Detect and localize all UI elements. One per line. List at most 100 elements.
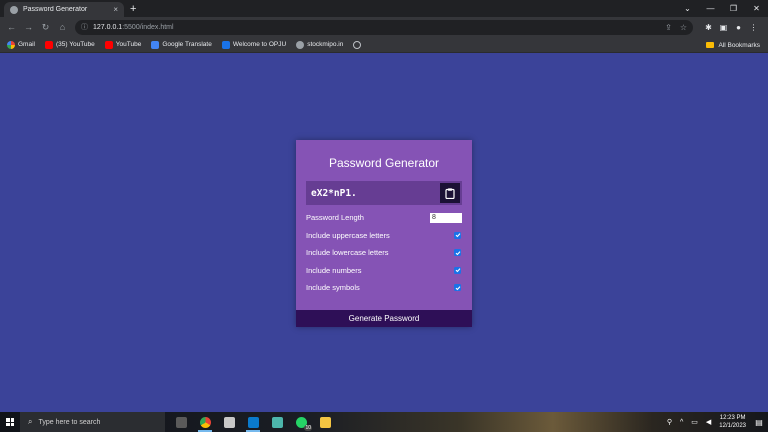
bookmarks-bar: Gmail (35) YouTube YouTube Google Transl… xyxy=(0,37,768,53)
reload-icon[interactable]: ↻ xyxy=(37,22,54,33)
google-translate-icon xyxy=(151,40,160,49)
bookmark-google-translate[interactable]: Google Translate xyxy=(151,40,212,49)
youtube-icon xyxy=(104,40,113,49)
setting-numbers: Include numbers xyxy=(306,262,462,280)
folder-icon xyxy=(706,42,715,48)
task-view-button[interactable] xyxy=(169,412,193,432)
taskbar-vscode[interactable] xyxy=(241,412,265,432)
numbers-label: Include numbers xyxy=(306,265,362,275)
globe-icon xyxy=(353,40,362,49)
bookmark-star-icon[interactable]: ☆ xyxy=(680,23,687,32)
notification-icon[interactable]: ▤ xyxy=(754,418,764,427)
taskbar-app-4[interactable] xyxy=(265,412,289,432)
taskbar-explorer[interactable] xyxy=(313,412,337,432)
tab-close-icon[interactable]: × xyxy=(113,5,118,14)
opju-icon xyxy=(221,40,230,49)
tab-title: Password Generator xyxy=(23,6,88,13)
browser-toolbar: ← → ↻ ⌂ ⓘ 127.0.0.1:5500/index.html ⇪ ☆ … xyxy=(0,17,768,37)
restore-icon[interactable]: ❐ xyxy=(722,4,745,13)
lowercase-label: Include lowercase letters xyxy=(306,248,389,258)
share-icon[interactable]: ⇪ xyxy=(665,23,672,32)
forward-icon[interactable]: → xyxy=(20,22,37,32)
tab-search-icon[interactable]: ⌄ xyxy=(676,4,699,13)
password-generator-card: Password Generator eX2*nP1. Password Len… xyxy=(296,140,472,327)
setting-symbols: Include symbols xyxy=(306,279,462,297)
clock-date: 12/1/2023 xyxy=(719,423,746,429)
uppercase-checkbox[interactable] xyxy=(454,231,461,239)
person-icon[interactable]: ⚲ xyxy=(667,418,672,426)
network-icon[interactable]: ▭ xyxy=(691,418,698,426)
chevron-up-icon[interactable]: ^ xyxy=(680,419,683,426)
password-result-box: eX2*nP1. xyxy=(306,181,462,205)
volume-icon[interactable]: ◀ xyxy=(706,418,711,426)
taskbar-clock[interactable]: 12:23 PM 12/1/2023 xyxy=(719,414,746,430)
profile-icon[interactable]: ● xyxy=(731,23,746,32)
bookmark-gmail[interactable]: Gmail xyxy=(7,40,35,49)
home-icon[interactable]: ⌂ xyxy=(54,22,71,32)
browser-tab[interactable]: Password Generator × xyxy=(4,2,124,17)
youtube-icon xyxy=(44,40,53,49)
bookmark-youtube-35[interactable]: (35) YouTube xyxy=(44,40,95,49)
bookmark-globe[interactable] xyxy=(353,40,364,49)
length-label: Password Length xyxy=(306,213,364,223)
taskbar-search[interactable]: ⌕ Type here to search xyxy=(20,412,165,432)
setting-lowercase: Include lowercase letters xyxy=(306,244,462,262)
taskbar-app-2[interactable] xyxy=(217,412,241,432)
chrome-icon xyxy=(199,416,211,428)
all-bookmarks[interactable]: All Bookmarks xyxy=(706,37,760,53)
folder-icon xyxy=(319,416,331,428)
app-icon xyxy=(271,416,283,428)
back-icon[interactable]: ← xyxy=(3,22,20,32)
check-icon xyxy=(455,233,460,238)
check-icon xyxy=(455,268,460,273)
close-window-icon[interactable]: ✕ xyxy=(745,4,768,13)
taskbar-apps: 10 xyxy=(169,412,337,432)
symbols-label: Include symbols xyxy=(306,283,360,293)
url-path: :5500/index.html xyxy=(122,23,174,31)
browser-tab-bar: Password Generator × + ⌄ — ❐ ✕ xyxy=(0,0,768,17)
toolbar-actions: ✱ ▣ ● ⋮ xyxy=(701,23,761,32)
setting-uppercase: Include uppercase letters xyxy=(306,227,462,245)
setting-length: Password Length xyxy=(306,209,462,227)
menu-icon[interactable]: ⋮ xyxy=(746,23,761,32)
length-input[interactable] xyxy=(430,212,462,223)
bookmark-youtube[interactable]: YouTube xyxy=(104,40,141,49)
search-placeholder: Type here to search xyxy=(38,418,101,426)
taskbar-whatsapp[interactable]: 10 xyxy=(289,412,313,432)
extensions-icon[interactable]: ✱ xyxy=(701,23,716,32)
url-host: 127.0.0.1 xyxy=(93,23,123,31)
address-bar[interactable]: ⓘ 127.0.0.1:5500/index.html ⇪ ☆ xyxy=(75,19,693,35)
google-icon xyxy=(7,40,15,49)
task-view-icon xyxy=(175,416,187,428)
side-panel-icon[interactable]: ▣ xyxy=(716,23,731,32)
clipboard-icon xyxy=(445,187,455,199)
new-tab-button[interactable]: + xyxy=(130,2,136,17)
numbers-checkbox[interactable] xyxy=(454,266,461,274)
uppercase-label: Include uppercase letters xyxy=(306,230,390,240)
windows-taskbar: ⌕ Type here to search 10 ⚲ ^ ▭ ◀ 12:23 P… xyxy=(0,412,768,432)
site-info-icon[interactable]: ⓘ xyxy=(81,22,88,32)
clock-time: 12:23 PM xyxy=(719,415,746,421)
copy-clipboard-button[interactable] xyxy=(440,183,460,203)
vscode-icon xyxy=(247,416,259,428)
page-title: Password Generator xyxy=(328,156,440,170)
windows-logo-icon xyxy=(6,418,14,426)
taskbar-chrome[interactable] xyxy=(193,412,217,432)
password-result[interactable]: eX2*nP1. xyxy=(311,188,357,199)
bookmark-stockmipo[interactable]: stockmipo.in xyxy=(296,40,343,49)
window-controls: ⌄ — ❐ ✕ xyxy=(676,0,768,17)
search-icon: ⌕ xyxy=(28,417,33,426)
check-icon xyxy=(455,285,460,291)
check-icon xyxy=(455,250,460,256)
minimize-icon[interactable]: — xyxy=(699,4,722,13)
start-button[interactable] xyxy=(0,412,20,432)
bookmark-opju[interactable]: Welcome to OPJU xyxy=(221,40,286,49)
lowercase-checkbox[interactable] xyxy=(454,249,461,257)
system-tray: ⚲ ^ ▭ ◀ 12:23 PM 12/1/2023 ▤ xyxy=(663,412,768,432)
globe-icon xyxy=(10,5,18,14)
generate-password-button[interactable]: Generate Password xyxy=(296,310,472,327)
app-icon xyxy=(223,416,235,428)
wordpress-icon xyxy=(296,40,305,49)
symbols-checkbox[interactable] xyxy=(454,284,461,292)
whatsapp-badge: 10 xyxy=(304,425,312,431)
